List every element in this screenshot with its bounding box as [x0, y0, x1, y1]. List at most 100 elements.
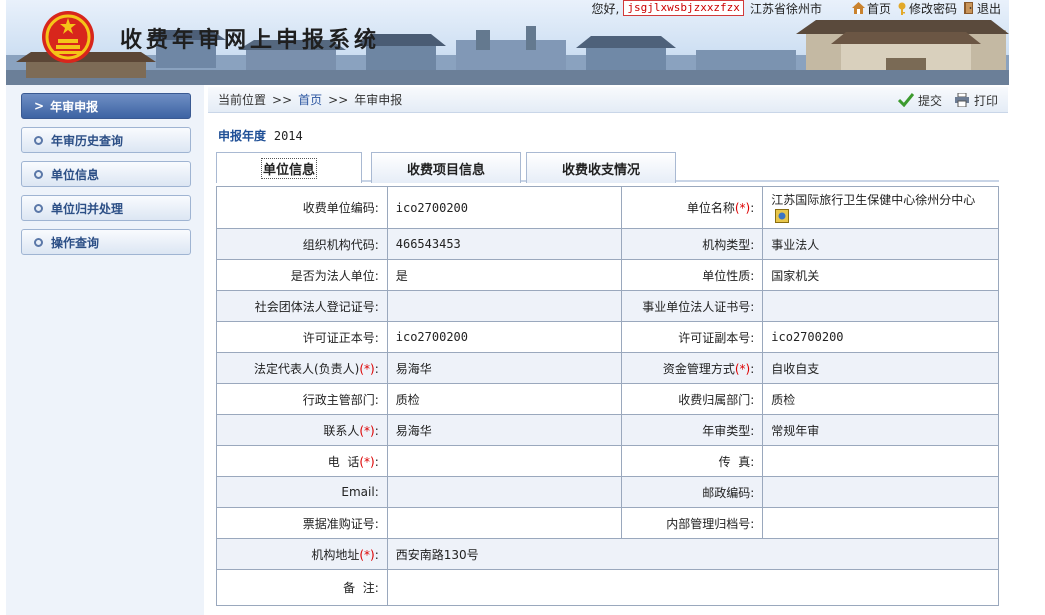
app-title: 收费年审网上申报系统 — [120, 28, 381, 53]
table-row: 行政主管部门: 质检 收费归属部门: 质检 — [216, 383, 999, 415]
postcode-value — [762, 476, 999, 508]
org-code-label: 组织机构代码: — [216, 228, 388, 260]
breadcrumb-home-link[interactable]: 首页 — [298, 91, 322, 108]
unit-name-label-text: 单位名称 — [686, 201, 735, 215]
tab-label: 收费收支情况 — [561, 162, 640, 178]
print-button[interactable]: 打印 — [954, 92, 998, 109]
greeting-text: 您好, — [591, 1, 620, 16]
sidebar-item-annual-review[interactable]: > 年审申报 — [21, 93, 191, 119]
contact-label-text: 联系人 — [323, 423, 360, 438]
table-row: 电 话(*): 传 真: — [216, 445, 999, 477]
sidebar-item-operation-query[interactable]: 操作查询 — [21, 229, 191, 255]
change-password-link[interactable]: 修改密码 — [897, 0, 957, 17]
tab-label: 单位信息 — [260, 157, 317, 179]
table-row: Email: 邮政编码: — [216, 476, 999, 508]
address-label-text: 机构地址 — [311, 547, 360, 562]
internal-archive-value — [762, 507, 999, 539]
unit-name-label: 单位名称(*): — [621, 186, 764, 229]
checkmark-icon — [897, 93, 914, 107]
legal-rep-label: 法定代表人(负责人)(*): — [216, 352, 388, 384]
logout-link[interactable]: 退出 — [963, 0, 1001, 17]
breadcrumb-separator: >> — [272, 92, 293, 107]
fund-management-label-text: 资金管理方式 — [662, 361, 735, 376]
submit-label: 提交 — [917, 93, 942, 108]
city-label: 江苏省徐州市 — [749, 1, 822, 16]
sidebar-item-unit-merge[interactable]: 单位归并处理 — [21, 195, 191, 221]
org-type-label: 机构类型: — [621, 228, 764, 260]
license-original-label: 许可证正本号: — [216, 321, 388, 353]
printer-icon — [954, 93, 969, 107]
home-icon — [851, 2, 865, 14]
fund-management-label: 资金管理方式(*): — [621, 352, 764, 384]
fund-management-value: 自收自支 — [762, 352, 999, 384]
tab-unit-info[interactable]: 单位信息 — [216, 152, 362, 183]
circle-bullet-icon — [34, 169, 43, 179]
declaration-year-value: 2014 — [273, 129, 303, 143]
fee-unit-code-label: 收费单位编码: — [216, 186, 388, 229]
social-org-reg-value — [386, 290, 623, 322]
table-row: 联系人(*): 易海华 年审类型: 常规年审 — [216, 414, 999, 446]
sidebar-item-label: 单位信息 — [51, 167, 100, 182]
fax-value — [762, 445, 999, 477]
contact-label: 联系人(*): — [216, 414, 388, 446]
breadcrumb-prefix: 当前位置 — [218, 93, 267, 107]
fee-dept-value: 质检 — [762, 383, 999, 415]
fee-dept-label: 收费归属部门: — [621, 383, 764, 415]
receipt-permit-label: 票据准购证号: — [216, 507, 388, 539]
breadcrumb-separator: >> — [328, 92, 349, 107]
label-colon: : — [374, 547, 379, 562]
change-password-label: 修改密码 — [908, 1, 957, 16]
sidebar-item-unit-info[interactable]: 单位信息 — [21, 161, 191, 187]
label-colon: : — [374, 361, 379, 376]
review-type-value: 常规年审 — [762, 414, 999, 446]
required-mark: (*) — [359, 423, 375, 438]
label-colon: : — [374, 454, 379, 469]
email-label: Email: — [216, 476, 388, 508]
table-row: 社会团体法人登记证号: 事业单位法人证书号: — [216, 290, 999, 322]
top-user-bar: 您好, jsgjlxwsbjzxxzfzx 江苏省徐州市 首页 修改密码 退出 — [592, 0, 1001, 16]
sidebar-item-label: 年审申报 — [50, 99, 99, 114]
public-inst-cert-value — [762, 290, 999, 322]
declaration-year-label: 申报年度 — [218, 129, 267, 143]
label-colon: : — [374, 423, 379, 438]
org-type-value: 事业法人 — [762, 228, 999, 260]
sidebar-item-label: 年审历史查询 — [51, 133, 124, 148]
required-mark: (*) — [734, 361, 751, 376]
sidebar-item-review-history[interactable]: 年审历史查询 — [21, 127, 191, 153]
logout-label: 退出 — [976, 1, 1001, 16]
unit-detail-icon[interactable] — [775, 209, 790, 223]
breadcrumb: 当前位置 >> 首页 >> 年审申报 提交 打印 — [208, 87, 1008, 113]
home-link[interactable]: 首页 — [851, 0, 891, 17]
print-label: 打印 — [973, 93, 998, 108]
sidebar-item-label: 单位归并处理 — [51, 201, 124, 216]
logout-door-icon — [963, 2, 973, 14]
page-actions: 提交 打印 — [886, 87, 998, 113]
org-code-value: 466543453 — [386, 228, 623, 260]
tab-bar: 单位信息 收费项目信息 收费收支情况 — [216, 152, 999, 183]
unit-nature-label: 单位性质: — [621, 259, 764, 291]
fee-unit-code-value: ico2700200 — [386, 186, 623, 229]
circle-bullet-icon — [34, 135, 43, 145]
phone-value — [386, 445, 623, 477]
fax-label: 传 真: — [621, 445, 764, 477]
circle-bullet-icon — [34, 203, 43, 213]
internal-archive-label: 内部管理归档号: — [621, 507, 764, 539]
tab-fee-items[interactable]: 收费项目信息 — [371, 152, 521, 183]
key-icon — [898, 2, 906, 15]
table-row: 收费单位编码: ico2700200 单位名称(*): 江苏国际旅行卫生保健中心… — [216, 186, 999, 229]
receipt-permit-value — [386, 507, 623, 539]
submit-button[interactable]: 提交 — [897, 92, 942, 109]
license-original-value: ico2700200 — [386, 321, 623, 353]
table-row: 是否为法人单位: 是 单位性质: 国家机关 — [216, 259, 999, 291]
sidebar: > 年审申报 年审历史查询 单位信息 单位归并处理 操作查询 — [6, 85, 204, 615]
legal-entity-label: 是否为法人单位: — [216, 259, 388, 291]
circle-bullet-icon — [34, 237, 43, 247]
table-row: 机构地址(*): 西安南路130号 — [216, 538, 1000, 570]
tab-fee-income-expense[interactable]: 收费收支情况 — [526, 152, 676, 183]
social-org-reg-label: 社会团体法人登记证号: — [216, 290, 388, 322]
address-label: 机构地址(*): — [216, 538, 388, 570]
legal-rep-label-text: 法定代表人(负责人) — [253, 361, 360, 376]
label-colon: : — [750, 201, 755, 215]
review-type-label: 年审类型: — [621, 414, 764, 446]
legal-entity-value: 是 — [386, 259, 623, 291]
